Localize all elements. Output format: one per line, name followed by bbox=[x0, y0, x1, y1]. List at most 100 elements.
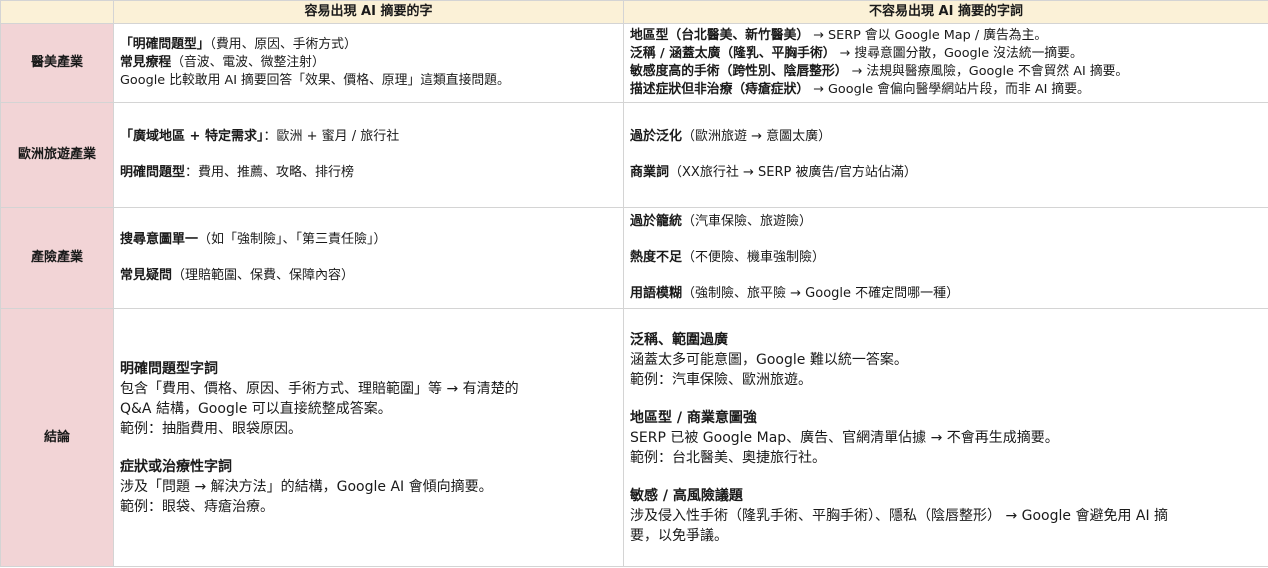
cell-line-keyword: 症狀或治療性字詞 bbox=[120, 458, 232, 475]
cell-line-keyword: 敏感度高的手術（跨性別、陰唇整形） bbox=[630, 64, 848, 79]
cell-line-text: 範例：汽車保險、歐洲旅遊。 bbox=[630, 371, 812, 388]
cell-line: 常見療程（音波、電波、微整注射） bbox=[120, 54, 617, 72]
cell-line-text: → 搜尋意圖分散，Google 沒法統一摘要。 bbox=[835, 46, 1083, 61]
cell-line: 泛稱 / 涵蓋太廣（隆乳、平胸手術） → 搜尋意圖分散，Google 沒法統一摘… bbox=[630, 45, 1262, 63]
cell-line-keyword: 地區型 / 商業意圖強 bbox=[630, 409, 757, 426]
cell-line-keyword: 明確問題型 bbox=[120, 165, 186, 180]
cell-line: 範例：台北醫美、奧捷旅行社。 bbox=[630, 448, 1262, 468]
cell-line: 描述症狀但非治療（痔瘡症狀） → Google 會偏向醫學網站片段，而非 AI … bbox=[630, 81, 1262, 99]
row-label-europe-travel: 歐洲旅遊產業 bbox=[0, 102, 114, 208]
cell-line-keyword: 「廣域地區 + 特定需求」 bbox=[120, 129, 264, 144]
easy-cell-conclusion: 明確問題型字詞 包含「費用、價格、原因、手術方式、理賠範圍」等 → 有清楚的 Q&A… bbox=[113, 308, 624, 567]
header-hard-ai-summary: 不容易出現 AI 摘要的字詞 bbox=[623, 0, 1268, 24]
cell-line-keyword: 熱度不足 bbox=[630, 250, 683, 265]
cell-line-text: 範例：台北醫美、奧捷旅行社。 bbox=[630, 449, 826, 466]
cell-line-text: → SERP 會以 Google Map / 廣告為主。 bbox=[809, 28, 1048, 43]
cell-line: 敏感度高的手術（跨性別、陰唇整形） → 法規與醫療風險，Google 不會貿然 … bbox=[630, 63, 1262, 81]
table-row: 醫美產業 「明確問題型」（費用、原因、手術方式） 常見療程（音波、電波、微整注射）… bbox=[0, 23, 1268, 103]
cell-line-text: 範例：抽脂費用、眼袋原因。 bbox=[120, 420, 302, 437]
row-label-medical-aesthetics: 醫美產業 bbox=[0, 23, 114, 103]
cell-line: 範例：抽脂費用、眼袋原因。 bbox=[120, 419, 617, 439]
header-row: 容易出現 AI 摘要的字 不容易出現 AI 摘要的字詞 bbox=[0, 0, 1268, 24]
cell-line: 涉及侵入性手術（隆乳手術、平胸手術）、隱私（陰唇整形） → Google 會避免… bbox=[630, 506, 1262, 526]
cell-line-keyword: 過於泛化 bbox=[630, 129, 683, 144]
cell-line-keyword: 用語模糊 bbox=[630, 286, 683, 301]
cell-line: 過於泛化（歐洲旅遊 → 意圖太廣） bbox=[630, 128, 1262, 146]
cell-line-keyword: 明確問題型字詞 bbox=[120, 360, 218, 377]
cell-line: 範例：汽車保險、歐洲旅遊。 bbox=[630, 370, 1262, 390]
cell-line-keyword: 常見療程 bbox=[120, 55, 172, 70]
cell-line: 常見疑問（理賠範圍、保費、保障內容） bbox=[120, 267, 617, 285]
cell-line: 「廣域地區 + 特定需求」：歐洲 + 蜜月 / 旅行社 bbox=[120, 128, 617, 146]
cell-line: 用語模糊（強制險、旅平險 → Google 不確定問哪一種） bbox=[630, 285, 1262, 303]
cell-line: 過於籠統（汽車保險、旅遊險） bbox=[630, 213, 1262, 231]
cell-line-text: （汽車保險、旅遊險） bbox=[682, 214, 813, 229]
cell-line-text: （XX旅行社 → SERP 被廣告/官方站佔滿） bbox=[669, 165, 917, 180]
cell-line: 泛稱、範圍過廣 bbox=[630, 330, 1262, 350]
cell-line: 敏感 / 高風險議題 bbox=[630, 486, 1262, 506]
cell-line: 要，以免爭議。 bbox=[630, 526, 1262, 546]
cell-line-text: 包含「費用、價格、原因、手術方式、理賠範圍」等 → 有清楚的 bbox=[120, 380, 519, 397]
cell-line-keyword: 描述症狀但非治療（痔瘡症狀） bbox=[630, 82, 810, 97]
cell-line: SERP 已被 Google Map、廣告、官網清單佔據 → 不會再生成摘要。 bbox=[630, 428, 1262, 448]
cell-line-text: （音波、電波、微整注射） bbox=[171, 55, 325, 70]
cell-line-text: ：歐洲 + 蜜月 / 旅行社 bbox=[263, 129, 400, 144]
cell-line: 包含「費用、價格、原因、手術方式、理賠範圍」等 → 有清楚的 bbox=[120, 379, 617, 399]
cell-line-text: Google 比較敢用 AI 摘要回答「效果、價格、原理」這類直接問題。 bbox=[120, 73, 510, 88]
cell-line-text: 涉及侵入性手術（隆乳手術、平胸手術）、隱私（陰唇整形） → Google 會避免… bbox=[630, 507, 1169, 524]
cell-line: 搜尋意圖單一（如「強制險」、「第三責任險」） bbox=[120, 231, 617, 249]
cell-line-keyword: 地區型（台北醫美、新竹醫美） bbox=[630, 28, 810, 43]
cell-line-text: （不便險、機車強制險） bbox=[682, 250, 826, 265]
cell-line-text: （強制險、旅平險 → Google 不確定問哪一種） bbox=[682, 286, 960, 301]
cell-line-keyword: 泛稱、範圍過廣 bbox=[630, 331, 728, 348]
cell-line: 地區型 / 商業意圖強 bbox=[630, 408, 1262, 428]
cell-line-keyword: 過於籠統 bbox=[630, 214, 683, 229]
easy-cell-medical-aesthetics: 「明確問題型」（費用、原因、手術方式） 常見療程（音波、電波、微整注射） Googl… bbox=[113, 23, 624, 103]
cell-line-text: （理賠範圍、保費、保障內容） bbox=[172, 268, 355, 283]
comparison-table: 容易出現 AI 摘要的字 不容易出現 AI 摘要的字詞 醫美產業 「明確問題型」… bbox=[0, 0, 1268, 567]
cell-line-keyword: 商業詞 bbox=[630, 165, 670, 180]
easy-cell-property-insurance: 搜尋意圖單一（如「強制險」、「第三責任險」） 常見疑問（理賠範圍、保費、保障內容） bbox=[113, 207, 624, 309]
cell-line-keyword: 「明確問題型」 bbox=[120, 37, 210, 52]
cell-line: 涵蓋太多可能意圖，Google 難以統一答案。 bbox=[630, 350, 1262, 370]
cell-line-text: SERP 已被 Google Map、廣告、官網清單佔據 → 不會再生成摘要。 bbox=[630, 429, 1059, 446]
cell-line-text: （歐洲旅遊 → 意圖太廣） bbox=[682, 129, 832, 144]
cell-line-text: 涉及「問題 → 解決方法」的結構，Google AI 會傾向摘要。 bbox=[120, 478, 493, 495]
easy-cell-europe-travel: 「廣域地區 + 特定需求」：歐洲 + 蜜月 / 旅行社 明確問題型：費用、推薦、攻… bbox=[113, 102, 624, 208]
table-row: 結論 明確問題型字詞包含「費用、價格、原因、手術方式、理賠範圍」等 → 有清楚的… bbox=[0, 308, 1268, 567]
cell-line: 熱度不足（不便險、機車強制險） bbox=[630, 249, 1262, 267]
cell-line-text: 要，以免爭議。 bbox=[630, 527, 728, 544]
hard-cell-europe-travel: 過於泛化（歐洲旅遊 → 意圖太廣） 商業詞（XX旅行社 → SERP 被廣告/官方… bbox=[623, 102, 1268, 208]
cell-line: 明確問題型字詞 bbox=[120, 359, 617, 379]
cell-line: Google 比較敢用 AI 摘要回答「效果、價格、原理」這類直接問題。 bbox=[120, 72, 617, 90]
header-easy-ai-summary: 容易出現 AI 摘要的字 bbox=[113, 0, 624, 24]
cell-line-text: （如「強制險」、「第三責任險」） bbox=[198, 232, 387, 247]
row-label-property-insurance: 產險產業 bbox=[0, 207, 114, 309]
cell-line-keyword: 常見疑問 bbox=[120, 268, 173, 283]
cell-line-text: （費用、原因、手術方式） bbox=[209, 37, 357, 52]
cell-line: 商業詞（XX旅行社 → SERP 被廣告/官方站佔滿） bbox=[630, 164, 1262, 182]
header-corner-cell bbox=[0, 0, 114, 24]
row-label-conclusion: 結論 bbox=[0, 308, 114, 567]
table-row: 歐洲旅遊產業 「廣域地區 + 特定需求」：歐洲 + 蜜月 / 旅行社 明確問題型：… bbox=[0, 102, 1268, 208]
hard-cell-property-insurance: 過於籠統（汽車保險、旅遊險） 熱度不足（不便險、機車強制險） 用語模糊（強制險、旅平… bbox=[623, 207, 1268, 309]
table-row: 產險產業 搜尋意圖單一（如「強制險」、「第三責任險」） 常見疑問（理賠範圍、保費、… bbox=[0, 207, 1268, 309]
cell-line: 明確問題型：費用、推薦、攻略、排行榜 bbox=[120, 164, 617, 182]
cell-line: 症狀或治療性字詞 bbox=[120, 457, 617, 477]
cell-line-text: → Google 會偏向醫學網站片段，而非 AI 摘要。 bbox=[809, 82, 1090, 97]
hard-cell-conclusion: 泛稱、範圍過廣涵蓋太多可能意圖，Google 難以統一答案。 範例：汽車保險、歐洲… bbox=[623, 308, 1268, 567]
cell-line-text: 範例：眼袋、痔瘡治療。 bbox=[120, 498, 274, 515]
hard-cell-medical-aesthetics: 地區型（台北醫美、新竹醫美） → SERP 會以 Google Map / 廣告… bbox=[623, 23, 1268, 103]
cell-line-text: ：費用、推薦、攻略、排行榜 bbox=[185, 165, 355, 180]
cell-line-text: → 法規與醫療風險，Google 不會貿然 AI 摘要。 bbox=[847, 64, 1129, 79]
cell-line-keyword: 泛稱 / 涵蓋太廣（隆乳、平胸手術） bbox=[630, 46, 836, 61]
cell-line-keyword: 敏感 / 高風險議題 bbox=[630, 487, 743, 504]
cell-line-keyword: 搜尋意圖單一 bbox=[120, 232, 199, 247]
